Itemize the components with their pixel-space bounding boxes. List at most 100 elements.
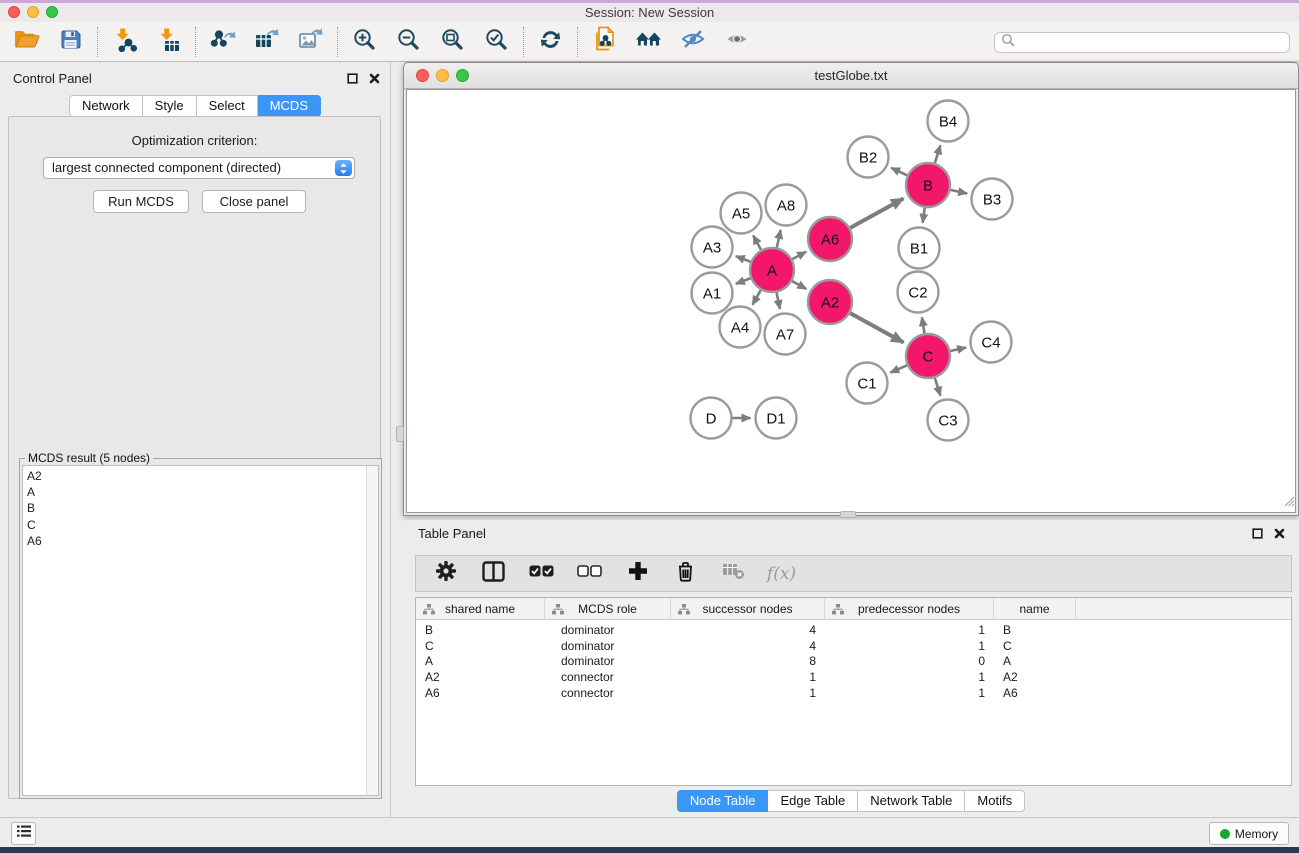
close-panel-icon[interactable] <box>368 72 381 85</box>
graph-node-A7[interactable]: A7 <box>765 314 806 355</box>
graph-node-B1[interactable]: B1 <box>899 228 940 269</box>
toolbar-group <box>12 27 85 56</box>
tab-network[interactable]: Network <box>69 95 143 117</box>
graph-node-D[interactable]: D <box>691 398 732 439</box>
table-row[interactable]: Cdominator41C <box>416 638 1291 654</box>
graph-node-B[interactable]: B <box>906 163 950 207</box>
column-header-mcds-role[interactable]: MCDS role <box>545 598 671 620</box>
delete-button[interactable] <box>671 559 700 588</box>
save-button[interactable] <box>56 27 85 56</box>
zoom-in-icon <box>352 27 377 57</box>
hide-selected-button[interactable] <box>678 27 707 56</box>
tab-motifs[interactable]: Motifs <box>965 790 1025 812</box>
float-panel-icon[interactable] <box>346 72 359 85</box>
mcds-result-item[interactable]: A6 <box>23 533 366 549</box>
function-button[interactable]: f(x) <box>767 559 796 588</box>
tab-select[interactable]: Select <box>197 95 258 117</box>
memory-button[interactable]: Memory <box>1209 822 1289 845</box>
network-window-titlebar[interactable]: testGlobe.txt <box>404 63 1298 89</box>
refresh-button[interactable] <box>536 27 565 56</box>
result-scrollbar[interactable] <box>366 466 378 795</box>
column-header-successor-nodes[interactable]: successor nodes <box>671 598 825 620</box>
window-resize-grip[interactable] <box>1282 494 1295 512</box>
graph-node-B3[interactable]: B3 <box>972 179 1013 220</box>
graph-node-C2[interactable]: C2 <box>898 272 939 313</box>
column-header-name[interactable]: name <box>994 598 1076 620</box>
column-header-predecessor-nodes[interactable]: predecessor nodes <box>825 598 994 620</box>
show-all-button[interactable] <box>722 27 751 56</box>
mcds-result-item[interactable]: B <box>23 500 366 516</box>
new-network-from-selection-button[interactable] <box>590 27 619 56</box>
deselect-all-button[interactable] <box>575 559 604 588</box>
mcds-result-item[interactable]: A2 <box>23 468 366 484</box>
criterion-dropdown[interactable]: largest connected component (directed) <box>43 157 355 179</box>
graph-node-B4[interactable]: B4 <box>928 101 969 142</box>
zoom-network-window-button[interactable] <box>456 69 469 82</box>
mcds-result-item[interactable]: C <box>23 517 366 533</box>
tab-network-table[interactable]: Network Table <box>858 790 965 812</box>
search-box[interactable] <box>994 32 1290 53</box>
graph-node-C3[interactable]: C3 <box>928 400 969 441</box>
table-row[interactable]: Bdominator41B <box>416 622 1291 638</box>
close-network-window-button[interactable] <box>416 69 429 82</box>
zoom-in-button[interactable] <box>350 27 379 56</box>
graph-node-C[interactable]: C <box>906 334 950 378</box>
column-header-shared-name[interactable]: shared name <box>416 598 545 620</box>
columns-button[interactable] <box>479 559 508 588</box>
graph-node-A4[interactable]: A4 <box>720 307 761 348</box>
graph-node-A[interactable]: A <box>750 248 794 292</box>
task-history-button[interactable] <box>11 822 36 845</box>
mcds-result-list: A2ABCA6 <box>22 465 379 796</box>
home-button[interactable] <box>634 27 663 56</box>
tab-node-table[interactable]: Node Table <box>677 790 769 812</box>
delete-icon <box>676 561 695 587</box>
zoom-out-button[interactable] <box>394 27 423 56</box>
column-header-label: successor nodes <box>702 602 792 616</box>
search-input[interactable] <box>1015 35 1289 51</box>
graph-node-A6[interactable]: A6 <box>808 217 852 261</box>
add-button[interactable] <box>623 559 652 588</box>
graph-node-label: D <box>706 410 717 427</box>
function-icon: f(x) <box>767 564 796 584</box>
graph-node-A3[interactable]: A3 <box>692 227 733 268</box>
network-canvas[interactable]: B4 B2 B B3 A8A5 A6 A3 B1 A A1 C2 A2 A4A7 C4 C C1 C3 D D1 <box>406 89 1296 513</box>
select-all-button[interactable] <box>527 559 556 588</box>
graph-node-A5[interactable]: A5 <box>721 193 762 234</box>
import-table-button[interactable] <box>154 27 183 56</box>
toolbar-separator <box>577 27 578 57</box>
delete-table-button[interactable] <box>719 559 748 588</box>
close-panel-icon[interactable] <box>1273 527 1286 540</box>
graph-node-A1[interactable]: A1 <box>692 273 733 314</box>
tab-edge-table[interactable]: Edge Table <box>768 790 858 812</box>
run-mcds-button[interactable]: Run MCDS <box>93 190 189 213</box>
import-network-button[interactable] <box>110 27 139 56</box>
vertical-splitter-handle[interactable] <box>840 511 856 518</box>
zoom-selected-button[interactable] <box>482 27 511 56</box>
graph-node-label: B3 <box>983 191 1001 208</box>
open-button[interactable] <box>12 27 41 56</box>
graph-node-D1[interactable]: D1 <box>756 398 797 439</box>
graph-node-A2[interactable]: A2 <box>808 280 852 324</box>
horizontal-splitter-handle[interactable] <box>396 426 404 442</box>
tab-mcds[interactable]: MCDS <box>258 95 321 117</box>
settings-button[interactable] <box>431 559 460 588</box>
export-network-button[interactable] <box>208 27 237 56</box>
export-image-button[interactable] <box>296 27 325 56</box>
network-window-controls <box>416 69 469 82</box>
graph-node-C1[interactable]: C1 <box>847 363 888 404</box>
zoom-fit-button[interactable] <box>438 27 467 56</box>
mcds-result-item[interactable]: A <box>23 484 366 500</box>
graph-node-B2[interactable]: B2 <box>848 137 889 178</box>
close-panel-button[interactable]: Close panel <box>202 190 306 213</box>
float-panel-icon[interactable] <box>1251 527 1264 540</box>
column-header-label: name <box>1019 602 1049 616</box>
table-row[interactable]: Adominator80A <box>416 654 1291 670</box>
table-row[interactable]: A2connector11A2 <box>416 669 1291 685</box>
graph-edge-B-B3 <box>950 190 967 194</box>
export-table-button[interactable] <box>252 27 281 56</box>
tab-style[interactable]: Style <box>143 95 197 117</box>
graph-node-A8[interactable]: A8 <box>766 185 807 226</box>
table-row[interactable]: A6connector11A6 <box>416 685 1291 701</box>
graph-node-C4[interactable]: C4 <box>971 322 1012 363</box>
minimize-network-window-button[interactable] <box>436 69 449 82</box>
